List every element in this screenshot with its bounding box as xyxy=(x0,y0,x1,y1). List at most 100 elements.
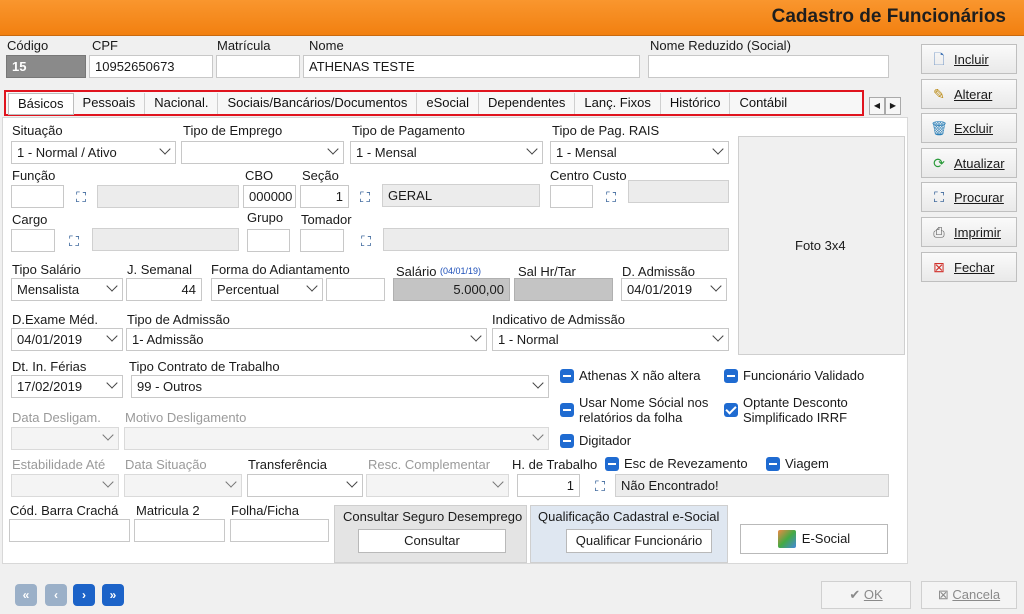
d-exame-med-field[interactable]: 04/01/2019 xyxy=(11,328,123,351)
qualificacao-title: Qualificação Cadastral e-Social xyxy=(538,509,720,524)
funcao-field[interactable] xyxy=(11,185,64,208)
tipo-emprego-select[interactable] xyxy=(181,141,344,164)
h-trabalho-label: H. de Trabalho xyxy=(512,457,598,472)
matricula-field[interactable] xyxy=(216,55,300,78)
data-situacao-field[interactable] xyxy=(124,474,242,497)
imprimir-button[interactable]: ⎙ Imprimir xyxy=(921,217,1017,247)
last-record-icon[interactable]: » xyxy=(102,584,124,606)
centro-custo-field[interactable] xyxy=(550,185,593,208)
atualizar-button[interactable]: ⟳ Atualizar xyxy=(921,148,1017,178)
optante-desconto-checkbox[interactable]: Optante Desconto Simplificado IRRF xyxy=(724,395,848,425)
previous-record-icon[interactable]: ‹ xyxy=(45,584,67,606)
binoculars-icon[interactable]: ⛶ xyxy=(601,188,621,206)
forma-adiantamento-select[interactable]: Percentual xyxy=(211,278,323,301)
transferencia-select[interactable] xyxy=(247,474,363,497)
nome-reduzido-label: Nome Reduzido (Social) xyxy=(650,38,791,53)
tab-scroll-left-icon[interactable]: ◀ xyxy=(869,97,885,115)
cargo-field[interactable] xyxy=(11,229,55,252)
qualificar-funcionario-button[interactable]: Qualificar Funcionário xyxy=(566,529,712,553)
tipo-contrato-select[interactable]: 99 - Outros xyxy=(131,375,549,398)
resc-complementar-select[interactable] xyxy=(366,474,509,497)
first-record-icon[interactable]: « xyxy=(15,584,37,606)
matricula2-field[interactable] xyxy=(134,519,225,542)
sal-hr-tar-field xyxy=(514,278,613,301)
chevron-down-icon xyxy=(346,476,358,488)
tab-nacional[interactable]: Nacional. xyxy=(145,92,219,114)
motivo-desligamento-select[interactable] xyxy=(124,427,549,450)
dt-in-ferias-field[interactable]: 17/02/2019 xyxy=(11,375,123,398)
incluir-button[interactable]: 🗋 Incluir xyxy=(921,44,1017,74)
chevron-down-icon xyxy=(225,476,237,488)
cod-barra-cracha-field[interactable] xyxy=(9,519,130,542)
secao-field[interactable]: 1 xyxy=(300,185,349,208)
alterar-button[interactable]: ✎ Alterar xyxy=(921,79,1017,109)
usar-nome-social-checkbox[interactable]: Usar Nome Sócial nos relatórios da folha xyxy=(560,395,708,425)
tipo-admissao-select[interactable]: 1- Admissão xyxy=(126,328,487,351)
cancel-icon: ⊠ xyxy=(937,587,949,602)
viagem-checkbox[interactable]: Viagem xyxy=(766,456,829,471)
tab-contabil[interactable]: Contábil xyxy=(730,93,796,114)
tipo-pagamento-select[interactable]: 1 - Mensal xyxy=(350,141,543,164)
tab-scroll-right-icon[interactable]: ▶ xyxy=(885,97,901,115)
grupo-field[interactable] xyxy=(247,229,290,252)
tab-esocial[interactable]: eSocial xyxy=(417,92,480,114)
procurar-button[interactable]: ⛶ Procurar xyxy=(921,182,1017,212)
close-window-icon: ⊠ xyxy=(933,259,945,275)
transferencia-label: Transferência xyxy=(248,457,327,472)
next-record-icon[interactable]: › xyxy=(73,584,95,606)
binoculars-icon[interactable]: ⛶ xyxy=(356,232,376,250)
j-semanal-field[interactable]: 44 xyxy=(126,278,202,301)
tab-pessoais[interactable]: Pessoais xyxy=(74,92,146,114)
esocial-button[interactable]: E-Social xyxy=(740,524,888,554)
tab-basicos[interactable]: Básicos xyxy=(8,92,74,115)
folha-ficha-field[interactable] xyxy=(230,519,329,542)
ok-button[interactable]: ✔ OK xyxy=(821,581,911,609)
indicativo-admissao-select[interactable]: 1 - Normal xyxy=(492,328,729,351)
tab-dependentes[interactable]: Dependentes xyxy=(479,92,576,114)
d-admissao-label: D. Admissão xyxy=(622,264,695,279)
adiantamento-value-field[interactable] xyxy=(326,278,385,301)
cpf-field[interactable]: 10952650673 xyxy=(89,55,213,78)
grupo-label: Grupo xyxy=(247,210,284,225)
trash-icon: 🗑 xyxy=(930,120,948,136)
chevron-down-icon xyxy=(710,280,722,292)
chevron-down-icon xyxy=(106,280,118,292)
tipo-pag-rais-select[interactable]: 1 - Mensal xyxy=(550,141,729,164)
checkbox-minus-icon xyxy=(605,457,619,471)
codigo-field[interactable]: 15 xyxy=(6,55,86,78)
tomador-description xyxy=(383,228,729,251)
h-trabalho-field[interactable]: 1 xyxy=(517,474,580,497)
tomador-field[interactable] xyxy=(300,229,344,252)
d-admissao-field[interactable]: 04/01/2019 xyxy=(621,278,727,301)
consultar-button[interactable]: Consultar xyxy=(358,529,506,553)
title-bar: Cadastro de Funcionários xyxy=(0,0,1024,36)
tab-sociais[interactable]: Sociais/Bancários/Documentos xyxy=(218,92,418,114)
funcionario-validado-checkbox[interactable]: Funcionário Validado xyxy=(724,368,864,383)
salario-date: (04/01/19) xyxy=(440,266,482,276)
cbo-field[interactable]: 000000 xyxy=(243,185,296,208)
tipo-salario-select[interactable]: Mensalista xyxy=(11,278,123,301)
binoculars-icon[interactable]: ⛶ xyxy=(590,477,610,495)
binoculars-icon[interactable]: ⛶ xyxy=(355,188,375,206)
chevron-down-icon xyxy=(712,143,724,155)
checkbox-minus-icon xyxy=(766,457,780,471)
digitador-checkbox[interactable]: Digitador xyxy=(560,433,631,448)
checkbox-minus-icon xyxy=(724,369,738,383)
nome-reduzido-field[interactable] xyxy=(648,55,889,78)
athenas-x-checkbox[interactable]: Athenas X não altera xyxy=(560,368,700,383)
secao-description: GERAL xyxy=(382,184,540,207)
situacao-select[interactable]: 1 - Normal / Ativo xyxy=(11,141,176,164)
cancela-button[interactable]: ⊠ Cancela xyxy=(921,581,1017,609)
tab-lanc-fixos[interactable]: Lanç. Fixos xyxy=(575,92,661,114)
esc-revezamento-checkbox[interactable]: Esc de Revezamento xyxy=(605,456,748,471)
fechar-button[interactable]: ⊠ Fechar xyxy=(921,252,1017,282)
tab-historico[interactable]: Histórico xyxy=(661,92,731,114)
nome-field[interactable]: ATHENAS TESTE xyxy=(303,55,640,78)
binoculars-icon[interactable]: ⛶ xyxy=(64,232,84,250)
checkmark-icon: ✔ xyxy=(849,587,861,602)
data-desligam-field[interactable] xyxy=(11,427,119,450)
new-document-icon: 🗋 xyxy=(933,51,945,67)
excluir-button[interactable]: 🗑 Excluir xyxy=(921,113,1017,143)
binoculars-icon[interactable]: ⛶ xyxy=(71,188,91,206)
estabilidade-ate-field[interactable] xyxy=(11,474,119,497)
